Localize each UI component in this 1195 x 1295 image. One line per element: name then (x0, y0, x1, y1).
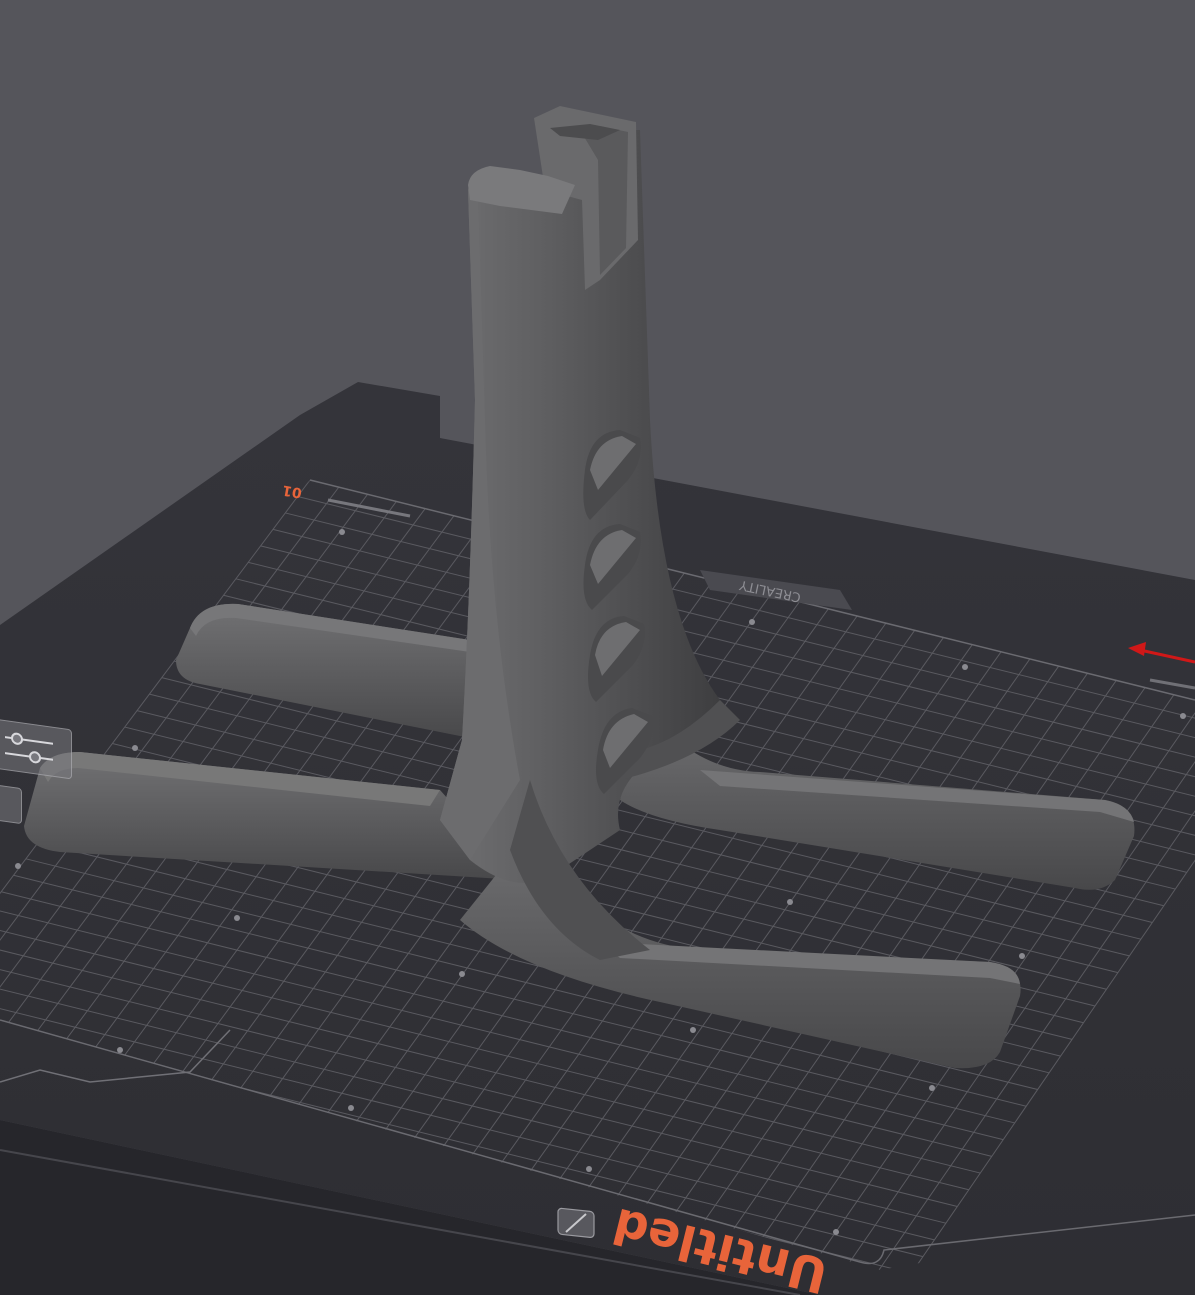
secondary-tool-button[interactable] (0, 783, 22, 825)
3d-viewport[interactable]: CREALITY 01 Untitled (0, 0, 1195, 1295)
scene: CREALITY 01 Untitled (0, 106, 1195, 1295)
sliders-icon (5, 732, 53, 764)
arrange-button[interactable] (0, 718, 72, 780)
pencil-icon[interactable] (557, 1207, 595, 1238)
plate-number: 01 (281, 481, 303, 500)
